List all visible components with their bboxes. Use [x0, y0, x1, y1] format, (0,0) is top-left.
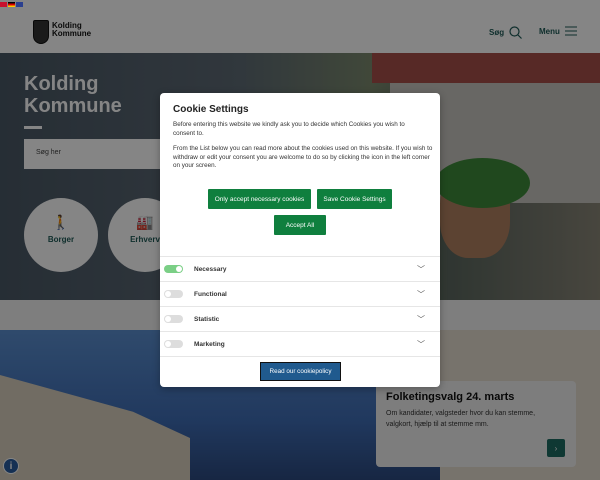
info-text: From the List below you can read more ab…	[173, 145, 433, 169]
category-statistic[interactable]: Statistic ﹀	[160, 306, 440, 331]
intro-text: Before entering this website we kindly a…	[173, 121, 405, 137]
chevron-down-icon[interactable]: ﹀	[417, 339, 425, 350]
chevron-down-icon[interactable]: ﹀	[417, 264, 425, 275]
cookie-policy-button[interactable]: Read our cookiepolicy	[260, 362, 341, 381]
dialog-title: Cookie Settings	[173, 104, 249, 115]
chevron-down-icon[interactable]: ﹀	[417, 289, 425, 300]
accept-necessary-button[interactable]: Only accept necessary cookies	[208, 189, 311, 209]
marketing-toggle[interactable]	[164, 340, 183, 348]
chevron-down-icon[interactable]: ﹀	[417, 314, 425, 325]
flag-english-icon[interactable]	[16, 2, 23, 7]
category-functional[interactable]: Functional ﹀	[160, 281, 440, 306]
necessary-toggle[interactable]	[164, 265, 183, 273]
category-necessary[interactable]: Necessary ﹀	[160, 256, 440, 281]
flag-danish-icon[interactable]	[0, 2, 7, 7]
category-label: Functional	[194, 290, 227, 298]
accept-all-button[interactable]: Accept All	[274, 215, 326, 235]
cookie-settings-dialog: Cookie Settings Before entering this web…	[160, 93, 440, 387]
category-label: Necessary	[194, 265, 227, 273]
save-settings-button[interactable]: Save Cookie Settings	[317, 189, 392, 209]
category-marketing[interactable]: Marketing ﹀	[160, 331, 440, 356]
statistic-toggle[interactable]	[164, 315, 183, 323]
divider	[160, 356, 440, 357]
language-flags	[0, 2, 23, 7]
category-label: Statistic	[194, 315, 220, 323]
category-label: Marketing	[194, 340, 225, 348]
flag-german-icon[interactable]	[8, 2, 15, 7]
functional-toggle[interactable]	[164, 290, 183, 298]
